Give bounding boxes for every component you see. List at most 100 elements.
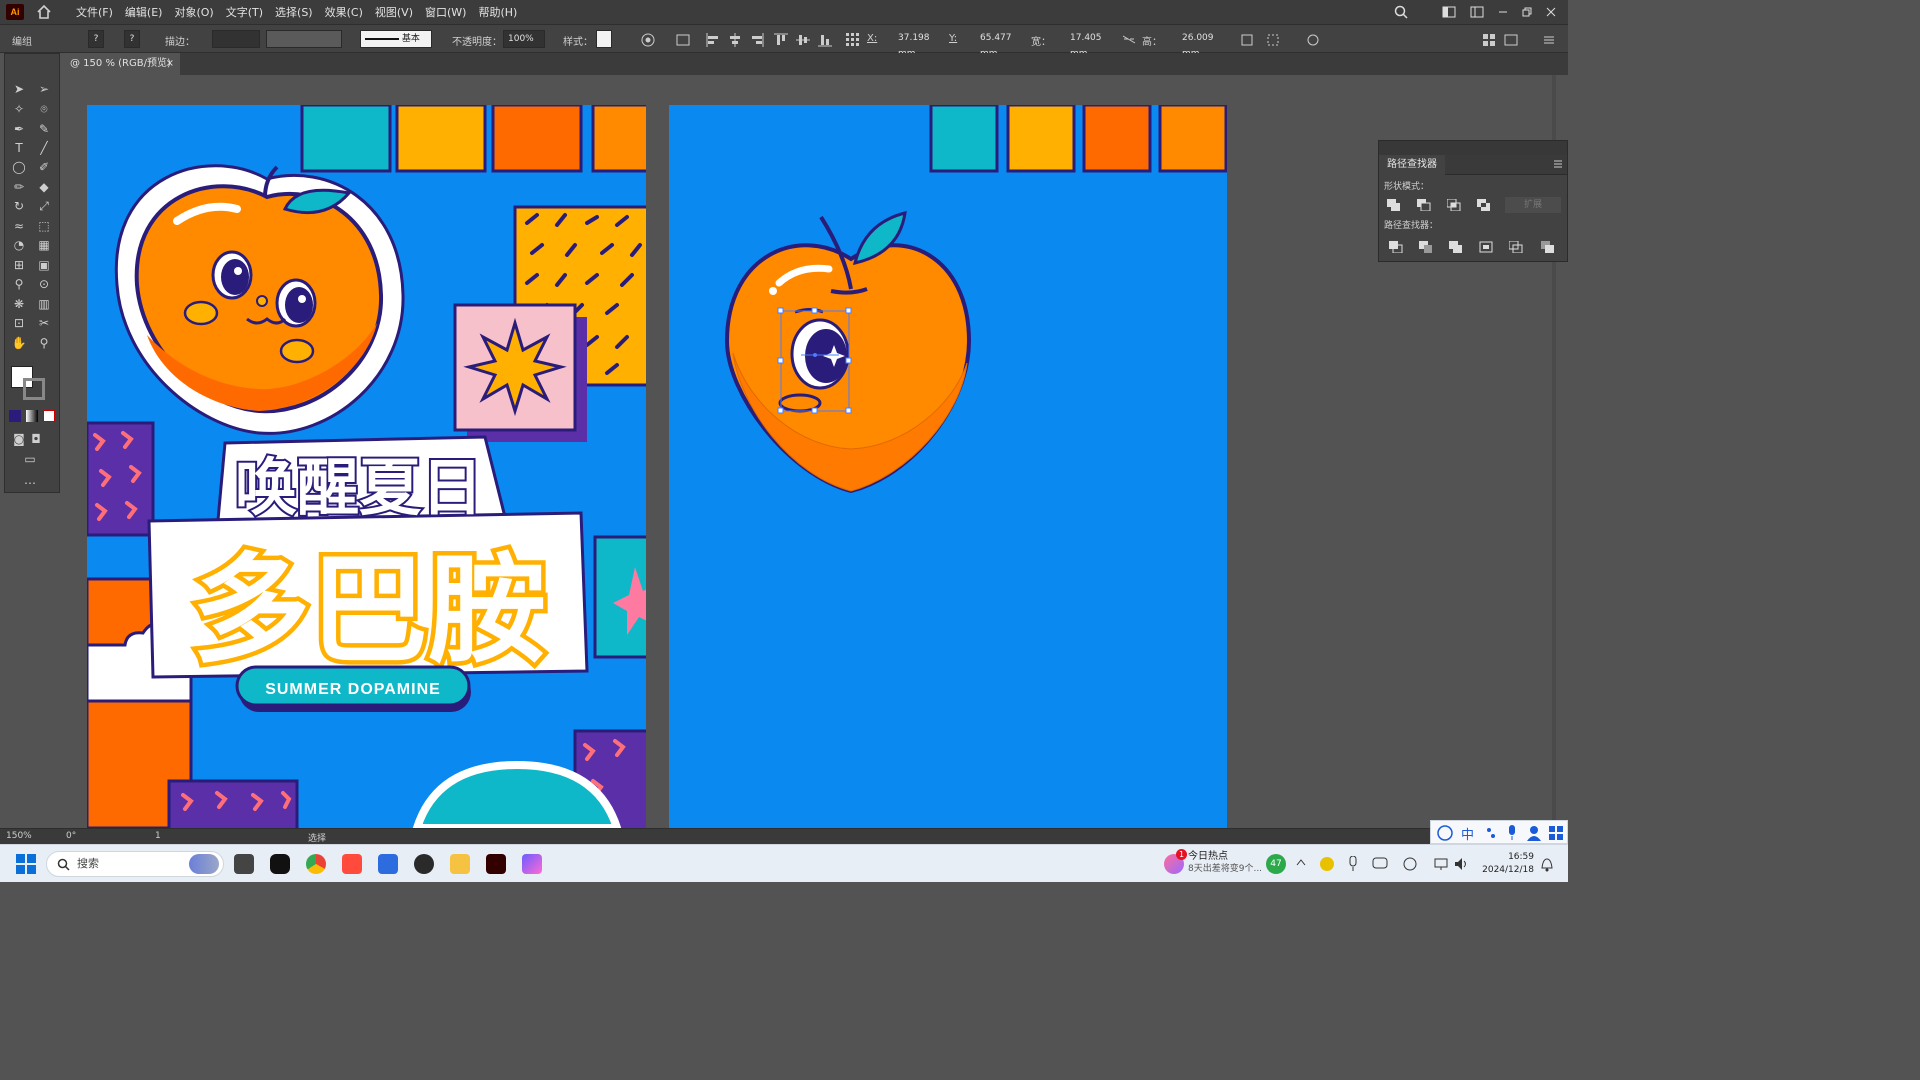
davinci-app-icon[interactable]	[414, 854, 434, 874]
draw-normal-icon[interactable]: ◙	[10, 430, 28, 448]
stroke-color-indicator[interactable]	[23, 378, 45, 400]
align-top-icon[interactable]	[774, 33, 788, 47]
curvature-tool-icon[interactable]: ✎	[35, 120, 53, 138]
restore-icon[interactable]	[1522, 7, 1532, 17]
file-explorer-icon[interactable]	[450, 854, 470, 874]
workspace-icon[interactable]	[1442, 6, 1456, 18]
screen-mode-icon[interactable]: ▭	[21, 450, 39, 468]
artboard-number[interactable]: 1	[155, 831, 161, 841]
direct-selection-tool-icon[interactable]: ➢	[35, 80, 53, 98]
menu-help[interactable]: 帮助(H)	[472, 4, 523, 20]
document-tab[interactable]: @ 150 % (RGB/预览) ×	[62, 53, 180, 75]
gradient-mode-icon[interactable]	[26, 410, 38, 422]
pathfinder-tab[interactable]: 路径查找器	[1379, 155, 1445, 175]
minus-back-icon[interactable]	[1541, 241, 1555, 253]
artboard-working[interactable]	[669, 105, 1227, 828]
menu-object[interactable]: 对象(O)	[168, 4, 219, 20]
height-input[interactable]: 26.009 mm	[1178, 30, 1228, 59]
draw-behind-icon[interactable]: ◘	[27, 430, 45, 448]
weather-badge[interactable]: 47	[1266, 854, 1286, 874]
control-menu-icon[interactable]	[1542, 33, 1556, 47]
slice-tool-icon[interactable]: ✂	[35, 314, 53, 332]
outline-icon[interactable]	[1509, 241, 1523, 253]
document-close-icon[interactable]: ×	[166, 53, 174, 75]
menu-select[interactable]: 选择(S)	[269, 4, 319, 20]
y-input[interactable]: 65.477 mm	[976, 30, 1026, 59]
blend-tool-icon[interactable]: ⊙	[35, 275, 53, 293]
shaper-tool-icon[interactable]: ✏	[10, 178, 28, 196]
scale-tool-icon[interactable]: ⤢	[35, 197, 53, 215]
artboard-tool-icon[interactable]: ⊡	[10, 314, 28, 332]
ime-punct-icon[interactable]	[1485, 826, 1497, 840]
search-icon[interactable]	[1394, 5, 1408, 19]
paintbrush-tool-icon[interactable]: ✐	[35, 158, 53, 176]
graphic-style-swatch[interactable]	[596, 30, 612, 48]
recolor-icon[interactable]	[641, 33, 655, 47]
stroke-swatch[interactable]: ?	[124, 30, 140, 48]
eyedropper-tool-icon[interactable]: ⚲	[10, 275, 28, 293]
trim-icon[interactable]	[1419, 241, 1433, 253]
windows-start-icon[interactable]	[16, 854, 36, 874]
menu-view[interactable]: 视图(V)	[369, 4, 419, 20]
brush-definition[interactable]: 基本	[360, 30, 432, 48]
home-icon[interactable]	[36, 4, 52, 20]
variable-width-profile[interactable]	[266, 30, 342, 48]
crop-icon[interactable]	[1479, 241, 1493, 253]
align-hcenter-icon[interactable]	[728, 33, 742, 47]
wps-app-icon[interactable]	[342, 854, 362, 874]
panel-layout-icon[interactable]	[1470, 6, 1484, 18]
transform-icon[interactable]	[1240, 33, 1254, 47]
artboard-poster[interactable]: 唤醒夏日 多巴胺 SUMMER DOPAMINE	[87, 105, 646, 828]
network-icon[interactable]	[1434, 857, 1450, 871]
pen-tool-icon[interactable]: ✒	[10, 120, 28, 138]
gradient-tool-icon[interactable]: ▣	[35, 256, 53, 274]
notification-bell-icon[interactable]	[1540, 856, 1554, 872]
width-input[interactable]: 17.405 mm	[1066, 30, 1116, 59]
ime-grid-icon[interactable]	[1549, 826, 1563, 840]
reference-point-icon[interactable]	[845, 32, 859, 46]
align-right-icon[interactable]	[750, 33, 764, 47]
none-mode-icon[interactable]	[43, 410, 55, 422]
intersect-icon[interactable]	[1447, 199, 1461, 211]
creative-app-icon[interactable]	[522, 854, 542, 874]
ime-logo-icon[interactable]	[1437, 825, 1453, 841]
align-bottom-icon[interactable]	[818, 33, 832, 47]
capcut-app-icon[interactable]	[270, 854, 290, 874]
ellipse-tool-icon[interactable]: ◯	[10, 158, 28, 176]
arrange-documents-icon[interactable]	[1482, 33, 1496, 47]
input-method-icon[interactable]	[1402, 857, 1418, 871]
rotate-tool-icon[interactable]: ↻	[10, 197, 28, 215]
line-tool-icon[interactable]: ╱	[35, 139, 53, 157]
minimize-icon[interactable]	[1498, 7, 1508, 17]
rotation-value[interactable]: 0°	[66, 831, 76, 841]
tray-expand-icon[interactable]	[1296, 858, 1306, 866]
warp-tool-icon[interactable]: ≈	[10, 217, 28, 235]
taskbar-search[interactable]: 搜索	[46, 851, 224, 877]
hand-tool-icon[interactable]: ✋	[10, 334, 28, 352]
chrome-app-icon[interactable]	[306, 854, 326, 874]
tray-app-icon[interactable]	[1320, 857, 1334, 871]
menu-edit[interactable]: 编辑(E)	[119, 4, 169, 20]
color-mode-icon[interactable]	[9, 410, 21, 422]
panel-header[interactable]	[1379, 141, 1567, 155]
lasso-tool-icon[interactable]: ⌾	[35, 100, 53, 118]
menu-window[interactable]: 窗口(W)	[419, 4, 472, 20]
type-tool-icon[interactable]: T	[10, 139, 28, 157]
minus-front-icon[interactable]	[1417, 199, 1431, 211]
notepad-app-icon[interactable]	[378, 854, 398, 874]
edit-toolbar-icon[interactable]: ⋯	[21, 474, 39, 492]
constrain-link-icon[interactable]	[1122, 33, 1136, 45]
illustrator-app-icon[interactable]	[486, 854, 506, 874]
menu-file[interactable]: 文件(F)	[70, 4, 119, 20]
system-clock[interactable]: 16:59 2024/12/18	[1482, 851, 1534, 877]
zoom-tool-icon[interactable]: ⚲	[35, 334, 53, 352]
shape-builder-tool-icon[interactable]: ◔	[10, 236, 28, 254]
column-graph-tool-icon[interactable]: ▥	[35, 295, 53, 313]
perspective-grid-tool-icon[interactable]: ▦	[35, 236, 53, 254]
stroke-weight-input[interactable]	[212, 30, 260, 48]
align-left-icon[interactable]	[706, 33, 720, 47]
panel-menu-icon[interactable]	[1553, 159, 1563, 169]
task-view-icon[interactable]	[234, 854, 254, 874]
opacity-input[interactable]: 100%	[503, 30, 545, 48]
expand-button[interactable]: 扩展	[1505, 197, 1561, 213]
